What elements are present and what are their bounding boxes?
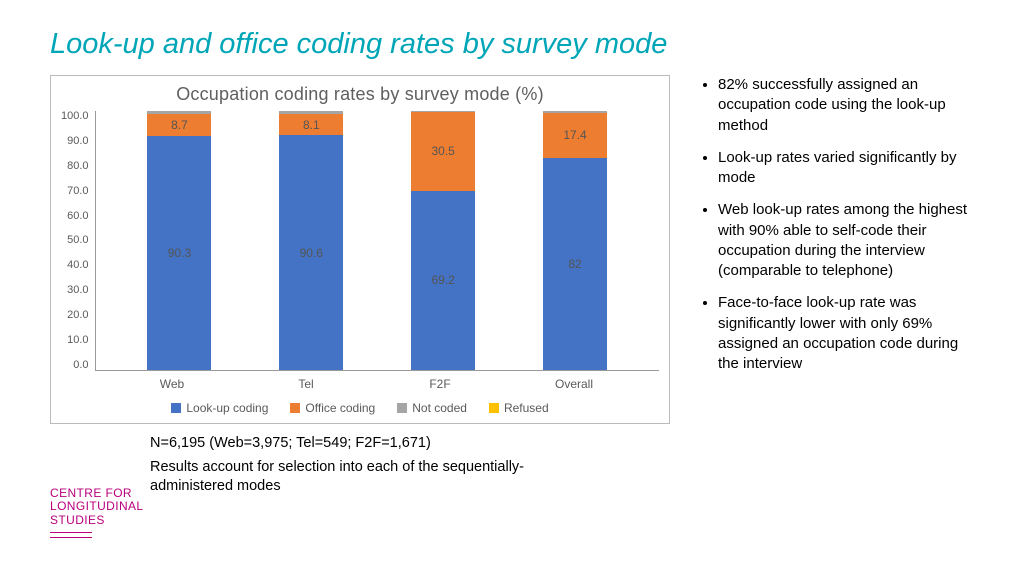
swatch-icon (489, 403, 499, 413)
x-label: Tel (274, 377, 338, 391)
x-axis: Web Tel F2F Overall (61, 371, 659, 391)
list-item: Face-to-face look-up rate was significan… (718, 293, 974, 374)
seg-lookup: 69.2 (411, 191, 475, 370)
org-logo: CENTRE FOR LONGITUDINAL STUDIES (50, 487, 143, 540)
swatch-icon (290, 403, 300, 413)
y-tick: 30.0 (67, 285, 88, 296)
y-tick: 60.0 (67, 211, 88, 222)
note-line: Results account for selection into each … (150, 458, 570, 497)
list-item: 82% successfully assigned an occupation … (718, 75, 974, 136)
y-tick: 50.0 (67, 235, 88, 246)
bar-tel: 8.1 90.6 (279, 111, 343, 370)
legend-lookup: Look-up coding (171, 401, 268, 415)
y-tick: 20.0 (67, 310, 88, 321)
seg-lookup: 90.6 (279, 135, 343, 370)
logo-line: STUDIES (50, 514, 143, 528)
chart-title: Occupation coding rates by survey mode (… (61, 84, 659, 105)
list-item: Look-up rates varied significantly by mo… (718, 148, 974, 189)
seg-office: 17.4 (543, 113, 607, 158)
seg-lookup: 90.3 (147, 136, 211, 370)
legend: Look-up coding Office coding Not coded R… (61, 391, 659, 417)
slide: Look-up and office coding rates by surve… (0, 0, 1024, 576)
legend-label: Refused (504, 401, 549, 415)
plot-wrap: 100.0 90.0 80.0 70.0 60.0 50.0 40.0 30.0… (61, 111, 659, 371)
swatch-icon (171, 403, 181, 413)
y-tick: 0.0 (73, 360, 88, 371)
bar-web: 8.7 90.3 (147, 111, 211, 370)
y-tick: 90.0 (67, 136, 88, 147)
legend-label: Look-up coding (186, 401, 268, 415)
x-label: Web (140, 377, 204, 391)
legend-label: Office coding (305, 401, 375, 415)
chart-column: Occupation coding rates by survey mode (… (50, 75, 670, 501)
legend-office: Office coding (290, 401, 375, 415)
logo-underline-icon (50, 532, 92, 533)
logo-underline-icon (50, 537, 92, 538)
x-label: F2F (408, 377, 472, 391)
seg-office: 30.5 (411, 112, 475, 191)
content-row: Occupation coding rates by survey mode (… (50, 75, 974, 501)
chart-container: Occupation coding rates by survey mode (… (50, 75, 670, 424)
legend-refused: Refused (489, 401, 549, 415)
bar-overall: 17.4 82 (543, 111, 607, 370)
y-tick: 40.0 (67, 260, 88, 271)
logo-line: LONGITUDINAL (50, 500, 143, 514)
legend-label: Not coded (412, 401, 467, 415)
seg-office: 8.1 (279, 114, 343, 135)
y-tick: 70.0 (67, 186, 88, 197)
legend-notcoded: Not coded (397, 401, 467, 415)
y-axis: 100.0 90.0 80.0 70.0 60.0 50.0 40.0 30.0… (61, 111, 95, 371)
plot-area: 8.7 90.3 8.1 90.6 30.5 (95, 111, 659, 371)
bullet-list: 82% successfully assigned an occupation … (698, 75, 974, 501)
swatch-icon (397, 403, 407, 413)
list-item: Web look-up rates among the highest with… (718, 200, 974, 281)
x-label: Overall (542, 377, 606, 391)
y-tick: 80.0 (67, 161, 88, 172)
logo-line: CENTRE FOR (50, 487, 143, 501)
y-tick: 10.0 (67, 335, 88, 346)
page-title: Look-up and office coding rates by surve… (50, 28, 974, 61)
y-tick: 100.0 (61, 111, 89, 122)
note-line: N=6,195 (Web=3,975; Tel=549; F2F=1,671) (150, 434, 570, 454)
seg-lookup: 82 (543, 158, 607, 370)
seg-office: 8.7 (147, 114, 211, 137)
bar-f2f: 30.5 69.2 (411, 111, 475, 370)
